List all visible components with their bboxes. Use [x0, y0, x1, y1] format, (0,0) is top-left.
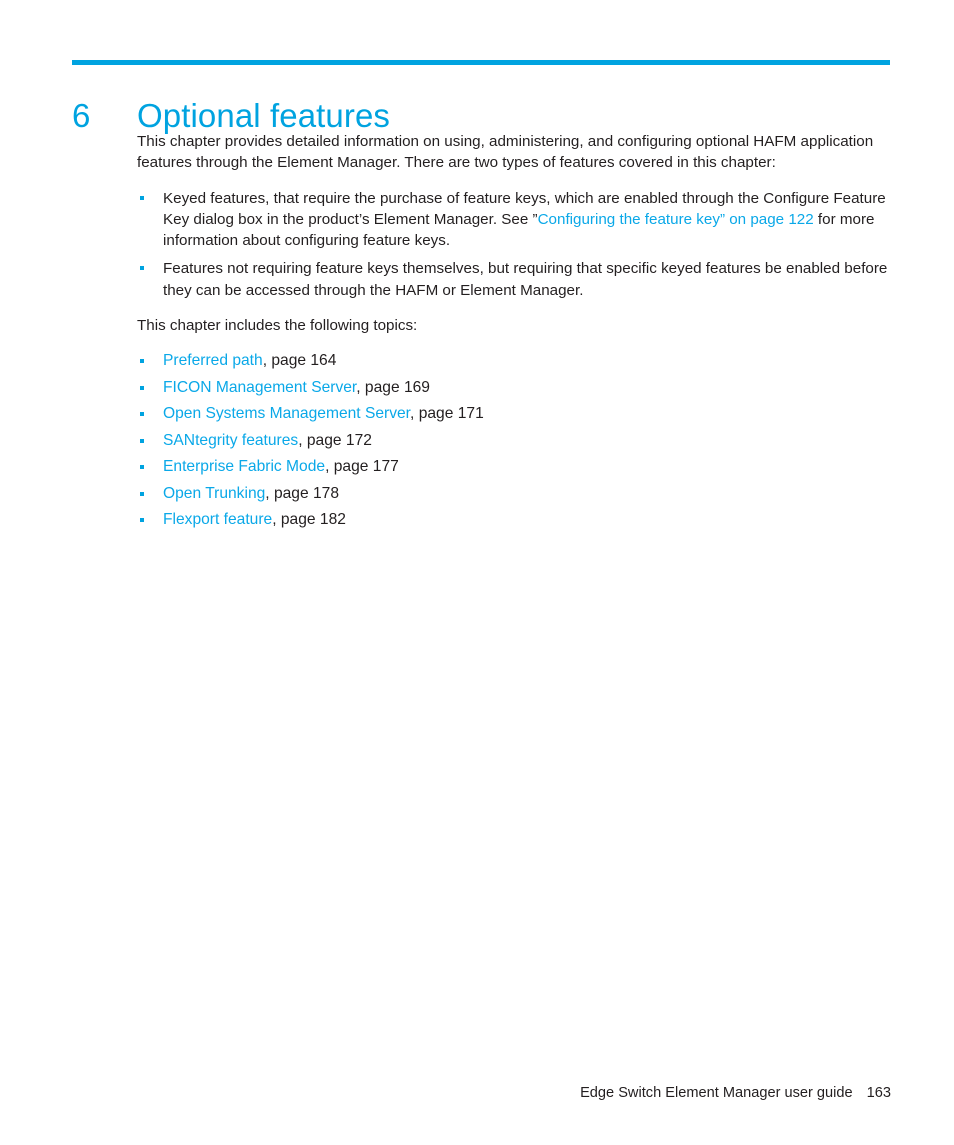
- list-item: Preferred path, page 164: [137, 348, 892, 375]
- topic-link[interactable]: Open Systems Management Server: [163, 405, 410, 422]
- topics-intro-paragraph: This chapter includes the following topi…: [137, 317, 418, 335]
- list-item: SANtegrity features, page 172: [137, 428, 892, 455]
- footer-page-number: 163: [866, 1085, 891, 1101]
- list-item: Features not requiring feature keys them…: [137, 258, 892, 301]
- document-page: 6 Optional features This chapter provides…: [0, 0, 954, 1145]
- bullet-icon: [140, 412, 144, 417]
- topic-link[interactable]: FICON Management Server: [163, 379, 356, 396]
- page-footer: Edge Switch Element Manager user guide 16…: [72, 1083, 891, 1103]
- bullet-text: Features not requiring feature keys them…: [163, 260, 888, 299]
- bullet-icon: [140, 359, 144, 364]
- bullet-icon: [140, 385, 144, 390]
- feature-types-list: Keyed features, that require the purchas…: [137, 188, 892, 301]
- footer-guide-name: Edge Switch Element Manager user guide: [580, 1085, 853, 1101]
- intro-paragraph: This chapter provides detailed informati…: [137, 133, 874, 172]
- topic-link[interactable]: SANtegrity features: [163, 432, 298, 449]
- topic-page-reference: , page 164: [262, 352, 337, 370]
- topic-page-reference: , page 177: [325, 458, 399, 476]
- document-body: This chapter provides detailed informati…: [137, 131, 892, 534]
- topics-list: Preferred path, page 164 FICON Managemen…: [137, 348, 892, 534]
- topic-link[interactable]: Flexport feature: [163, 511, 272, 528]
- list-item: FICON Management Server, page 169: [137, 375, 892, 402]
- cross-reference-link[interactable]: Configuring the feature key” on page 122: [538, 211, 814, 228]
- bullet-icon: [140, 518, 144, 523]
- topic-page-reference: , page 172: [298, 431, 372, 449]
- list-item: Keyed features, that require the purchas…: [137, 188, 892, 252]
- topic-link[interactable]: Open Trunking: [163, 485, 265, 502]
- topic-page-reference: , page 182: [272, 511, 346, 529]
- topic-link[interactable]: Enterprise Fabric Mode: [163, 458, 325, 475]
- topic-page-reference: , page 171: [410, 405, 484, 423]
- topic-page-reference: , page 169: [356, 378, 430, 396]
- bullet-icon: [140, 266, 144, 271]
- topic-link[interactable]: Preferred path: [163, 352, 263, 369]
- chapter-rule-divider: [72, 60, 890, 65]
- bullet-icon: [140, 465, 144, 470]
- list-item: Flexport feature, page 182: [137, 507, 892, 534]
- list-item: Open Trunking, page 178: [137, 481, 892, 508]
- topic-page-reference: , page 178: [265, 484, 340, 502]
- chapter-number: 6: [72, 97, 91, 135]
- bullet-icon: [140, 195, 144, 200]
- chapter-title: Optional features: [137, 97, 391, 135]
- list-item: Open Systems Management Server, page 171: [137, 401, 892, 428]
- list-item: Enterprise Fabric Mode, page 177: [137, 454, 892, 481]
- bullet-icon: [140, 438, 144, 443]
- bullet-icon: [140, 491, 144, 496]
